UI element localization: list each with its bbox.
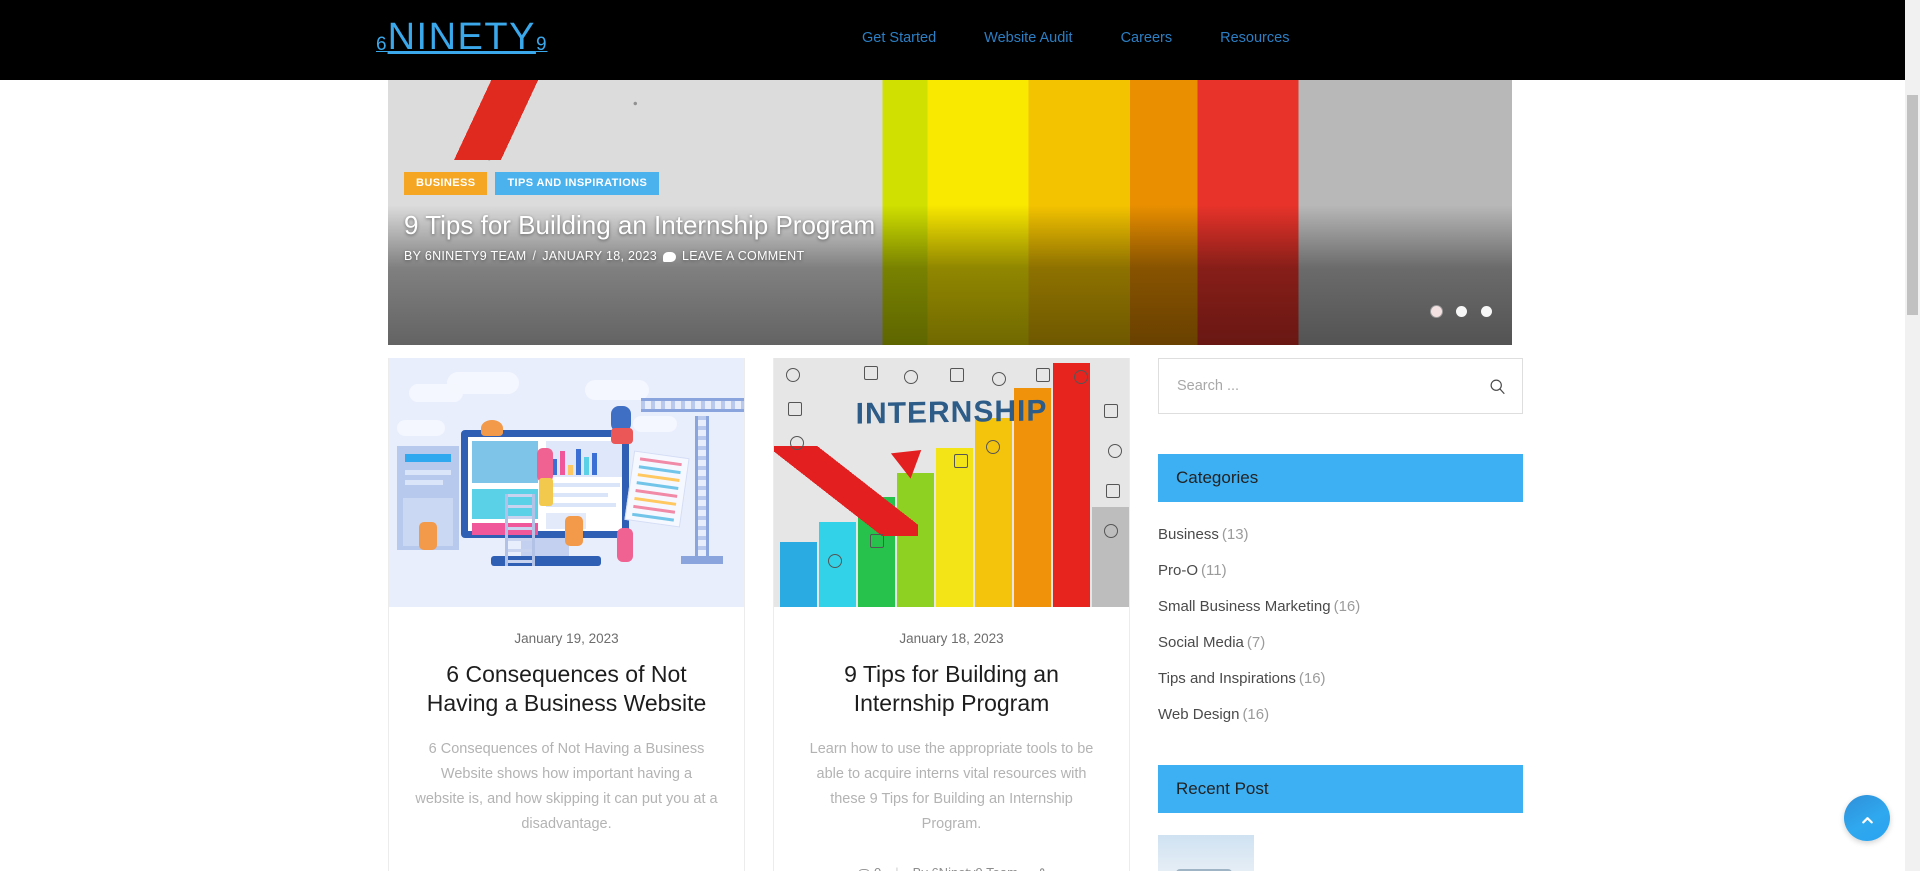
list-item: Business (13)	[1158, 526, 1523, 543]
post-excerpt: 6 Consequences of Not Having a Business …	[415, 740, 718, 832]
categories-widget-title: Categories	[1158, 454, 1523, 502]
code-document-shape	[624, 450, 690, 528]
post-comment-count[interactable]: 0	[858, 865, 881, 871]
categories-list: Business (13) Pro-O (11) Small Business Ma…	[1158, 502, 1523, 723]
hero-meta-author: BY 6NINETY9 TEAM	[404, 249, 527, 263]
list-item: Social Media (7)	[1158, 634, 1523, 651]
category-count: (13)	[1221, 526, 1249, 543]
internship-photo: INTERNSHIP	[774, 358, 1129, 607]
post-thumbnail[interactable]	[389, 358, 744, 607]
post-excerpt: Learn how to use the appropriate tools t…	[809, 740, 1094, 832]
list-item: Pro-O (11)	[1158, 562, 1523, 579]
list-item: Web Design (16)	[1158, 706, 1523, 723]
content-area: January 19, 2023 6 Consequences of Not H…	[388, 358, 1523, 871]
recent-post-widget: Recent Post	[1158, 765, 1523, 871]
crane-base	[681, 556, 723, 564]
category-link-web-design[interactable]: Web Design	[1158, 706, 1239, 723]
category-count: (16)	[1333, 598, 1361, 615]
nav-item-get-started[interactable]: Get Started	[862, 30, 936, 46]
nav-item-resources[interactable]: Resources	[1220, 30, 1289, 46]
comment-bubble-icon	[663, 252, 677, 262]
logo-suffix: 9	[535, 34, 548, 55]
hero-post-title[interactable]: 9 Tips for Building an Internship Progra…	[404, 209, 1496, 242]
internship-photo-caption: INTERNSHIP	[855, 394, 1048, 431]
scroll-to-top-button[interactable]	[1844, 795, 1890, 841]
list-item: Tips and Inspirations (16)	[1158, 670, 1523, 687]
category-count: (11)	[1201, 562, 1227, 579]
category-link-social-media[interactable]: Social Media	[1158, 634, 1244, 651]
search-form	[1158, 358, 1523, 414]
crane-arm	[641, 398, 744, 412]
post-title[interactable]: 9 Tips for Building an Internship Progra…	[800, 660, 1103, 719]
hero-slider-dots	[1431, 306, 1492, 317]
category-link-tips-and-inspirations[interactable]: Tips and Inspirations	[1158, 670, 1296, 687]
category-count: (16)	[1298, 670, 1326, 687]
hero-slider-dot-2[interactable]	[1456, 306, 1467, 317]
main-navigation: Get Started Website Audit Careers Resour…	[862, 30, 1289, 46]
hero-slider-dot-1[interactable]	[1431, 306, 1442, 317]
category-count: (16)	[1242, 706, 1270, 723]
search-input[interactable]	[1177, 378, 1489, 394]
hero-meta-leave-a-comment[interactable]: LEAVE A COMMENT	[682, 249, 804, 263]
list-item[interactable]	[1158, 835, 1523, 871]
post-date: January 19, 2023	[514, 631, 619, 646]
nav-item-careers[interactable]: Careers	[1121, 30, 1173, 46]
post-title[interactable]: 6 Consequences of Not Having a Business …	[415, 660, 718, 719]
post-grid: January 19, 2023 6 Consequences of Not H…	[388, 358, 1130, 871]
logo-prefix: 6	[376, 34, 388, 55]
nav-item-website-audit[interactable]: Website Audit	[984, 30, 1072, 46]
search-icon	[1489, 379, 1506, 398]
red-growth-arrow-icon	[774, 446, 918, 536]
hero-category-badges: BUSINESS TIPS AND INSPIRATIONS	[404, 171, 1496, 195]
sidebar: Categories Business(13) Pro-O(11) Small …	[1158, 358, 1523, 871]
list-item: Small Business Marketing (16)	[1158, 598, 1523, 615]
logo-main-text: NINETY	[387, 16, 536, 58]
category-link-business[interactable]: Business	[1158, 526, 1219, 543]
category-count: (7)	[1246, 634, 1266, 651]
site-logo[interactable]: 6 NINETY 9	[376, 18, 548, 56]
post-body: January 18, 2023 9 Tips for Building an …	[774, 607, 1129, 843]
hero-post-meta: BY 6NINETY9 TEAM / JANUARY 18, 2023 LEAV…	[404, 249, 1496, 263]
post-date: January 18, 2023	[899, 631, 1004, 646]
post-author: By 6Ninety9 Team	[913, 865, 1018, 871]
post-card[interactable]: January 19, 2023 6 Consequences of Not H…	[388, 358, 745, 871]
hero-content: BUSINESS TIPS AND INSPIRATIONS 9 Tips fo…	[388, 171, 1512, 263]
recent-post-thumbnail[interactable]	[1158, 835, 1254, 871]
hero-meta-date: JANUARY 18, 2023	[542, 249, 658, 263]
category-link-pro-o[interactable]: Pro-O	[1158, 562, 1198, 579]
chevron-up-icon	[1860, 813, 1874, 827]
ladder-shape	[505, 494, 535, 566]
hero-slider-dot-3[interactable]	[1481, 306, 1492, 317]
category-link-small-business-marketing[interactable]: Small Business Marketing	[1158, 598, 1331, 615]
hero-meta-separator: /	[532, 249, 537, 263]
post-footer-meta: 0 | By 6Ninety9 Team	[774, 843, 1129, 871]
page-scrollbar-track[interactable]	[1905, 0, 1920, 871]
crane-mast	[695, 416, 709, 558]
meta-separator: |	[895, 865, 898, 871]
post-thumbnail[interactable]: INTERNSHIP	[774, 358, 1129, 607]
post-card[interactable]: INTERNSHIP January 18, 2023 9 Tips for B…	[773, 358, 1130, 871]
hero-badge-business[interactable]: BUSINESS	[404, 171, 488, 195]
categories-widget: Categories Business (13) Pro-O (11) Small …	[1158, 454, 1523, 723]
post-body: January 19, 2023 6 Consequences of Not H…	[389, 607, 744, 871]
hero-badge-tips-and-inspirations[interactable]: TIPS AND INSPIRATIONS	[495, 171, 660, 195]
site-header: 6 NINETY 9 Get Started Website Audit Car…	[0, 0, 1905, 80]
web-design-illustration	[389, 358, 744, 607]
recent-post-widget-title: Recent Post	[1158, 765, 1523, 813]
search-button[interactable]	[1489, 378, 1506, 395]
page-scrollbar-thumb[interactable]	[1907, 95, 1918, 315]
